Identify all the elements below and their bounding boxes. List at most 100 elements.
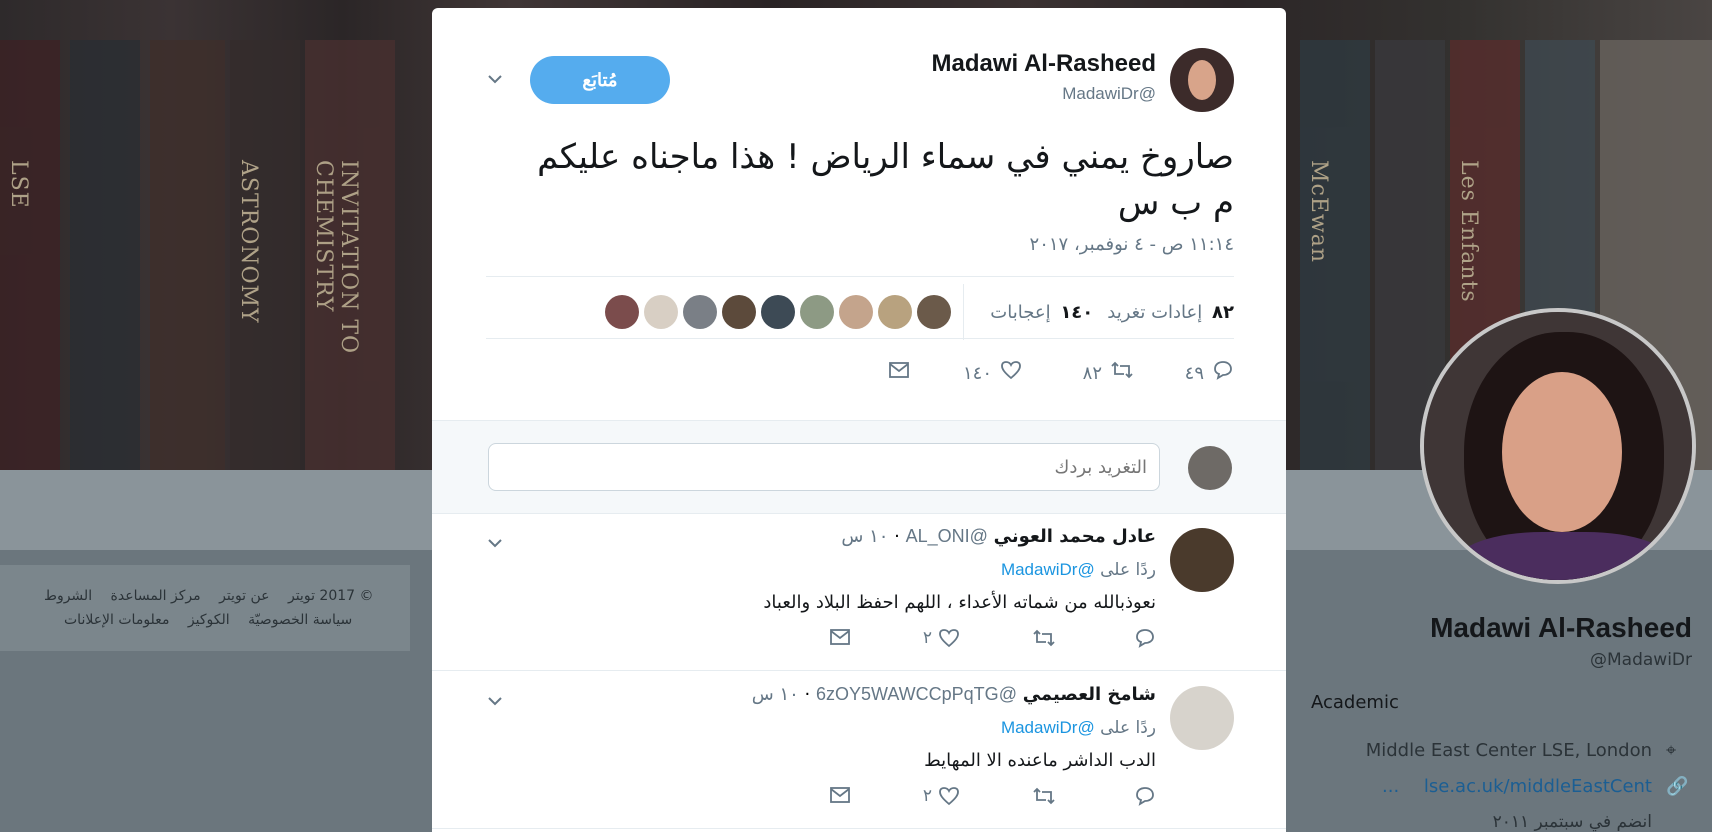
profile-link[interactable]: lse.ac.uk/middleEastCent bbox=[1424, 776, 1652, 797]
author-name[interactable]: Madawi Al-Rasheed bbox=[932, 50, 1157, 78]
retweet-button[interactable]: ٨٢ bbox=[1083, 360, 1134, 386]
retweet-icon bbox=[1033, 787, 1055, 805]
reply-header: عادل محمد العوني @AL_ONI · ١٠ س bbox=[841, 526, 1156, 547]
reply-author-handle[interactable]: @AL_ONI bbox=[906, 526, 988, 546]
retweet-button[interactable] bbox=[1032, 628, 1056, 648]
liker-avatar[interactable] bbox=[722, 295, 757, 329]
tweet-timestamp[interactable]: ١١:١٤ ص - ٤ نوفمبر، ٢٠١٧ bbox=[1030, 234, 1234, 255]
reply-composer bbox=[432, 420, 1286, 514]
like-button[interactable]: ١٤٠ bbox=[963, 360, 1022, 386]
profile-handle: @MadawiDr bbox=[1590, 650, 1692, 670]
liker-avatar[interactable] bbox=[761, 295, 796, 329]
book-spine: ASTRONOMY bbox=[230, 40, 300, 470]
replying-to: ردًا على @MadawiDr bbox=[1000, 718, 1156, 738]
message-icon bbox=[830, 629, 850, 645]
profile-name: Madawi Al-Rasheed bbox=[1430, 612, 1692, 643]
chevron-down-icon[interactable] bbox=[486, 70, 504, 88]
liker-avatar[interactable] bbox=[917, 295, 952, 329]
replying-to: ردًا على @MadawiDr bbox=[1000, 560, 1156, 580]
reply-button[interactable]: ٤٩ bbox=[1185, 360, 1234, 386]
like-button[interactable]: ٢ bbox=[923, 628, 960, 648]
footer-link[interactable]: مركز المساعدة bbox=[111, 588, 201, 604]
like-icon bbox=[939, 787, 959, 806]
footer-link[interactable]: الشروط bbox=[44, 588, 92, 604]
footer bbox=[0, 565, 410, 651]
like-icon bbox=[1000, 360, 1022, 386]
liker-avatar[interactable] bbox=[878, 295, 913, 329]
avatar bbox=[1188, 446, 1232, 490]
retweets-stat[interactable]: ٨٢ إعادات تغريد bbox=[1107, 302, 1234, 323]
tweet-text: صاروخ يمني في سماء الرياض ! هذا ماجناه ع… bbox=[537, 137, 1234, 223]
book-spine: LSE bbox=[0, 40, 60, 470]
footer-link[interactable]: © 2017 تويتر bbox=[288, 588, 374, 604]
link-icon: 🔗 bbox=[1666, 776, 1689, 797]
reply-icon bbox=[1136, 629, 1154, 648]
book-spine bbox=[150, 40, 225, 470]
retweet-icon bbox=[1033, 629, 1055, 647]
following-button[interactable]: مُتابَع bbox=[530, 56, 670, 104]
profile-bio: Academic bbox=[1311, 692, 1399, 713]
reply-time[interactable]: ١٠ س bbox=[841, 526, 888, 547]
footer-links: © 2017 تويتر عن تويتر مركز المساعدة الشر… bbox=[30, 588, 374, 604]
book-spine: INVITATION TO CHEMISTRY bbox=[305, 40, 395, 470]
reply-time[interactable]: ١٠ س bbox=[752, 684, 799, 705]
message-button[interactable] bbox=[829, 786, 851, 804]
like-icon bbox=[939, 629, 959, 648]
reply-actions: ٢ bbox=[826, 628, 1156, 658]
reply-header: شامخ العصيمي @6zOY5WAWCCpPqTG · ١٠ س bbox=[751, 684, 1156, 705]
reply-input[interactable] bbox=[488, 443, 1160, 491]
tweet-stats: ٨٢ إعادات تغريد ١٤٠ إعجابات bbox=[600, 284, 1234, 340]
author-avatar[interactable] bbox=[1170, 48, 1234, 112]
reply-actions: ٢ bbox=[826, 786, 1156, 816]
book-spine bbox=[70, 40, 140, 470]
profile-avatar[interactable] bbox=[1420, 308, 1696, 584]
mention-link[interactable]: @MadawiDr bbox=[1001, 560, 1095, 579]
profile-joined: انضم في سبتمبر ٢٠١١ bbox=[1492, 812, 1652, 832]
reply-button[interactable] bbox=[1134, 628, 1156, 648]
reply-text: نعوذبالله من شماته الأعداء ، اللهم احفظ … bbox=[763, 592, 1156, 613]
reply-tweet[interactable]: شامخ العصيمي @6zOY5WAWCCpPqTG · ١٠ س ردً… bbox=[432, 670, 1286, 829]
author-handle[interactable]: @MadawiDr bbox=[1062, 84, 1156, 104]
tweet-modal: Madawi Al-Rasheed @MadawiDr مُتابَع صارو… bbox=[432, 8, 1286, 832]
avatar[interactable] bbox=[1170, 528, 1234, 592]
likes-stat[interactable]: ١٤٠ إعجابات bbox=[990, 302, 1093, 323]
location-icon: ⌖ bbox=[1666, 740, 1677, 761]
message-icon bbox=[830, 787, 850, 803]
message-button[interactable] bbox=[829, 628, 851, 646]
footer-link[interactable]: معلومات الإعلانات bbox=[64, 612, 169, 628]
footer-link[interactable]: الكوكيز bbox=[188, 612, 230, 628]
liker-avatar[interactable] bbox=[839, 295, 874, 329]
likers-list bbox=[600, 295, 952, 329]
book-spine: McEwan bbox=[1300, 40, 1370, 470]
liker-avatar[interactable] bbox=[605, 295, 640, 329]
message-icon bbox=[888, 360, 910, 385]
profile-location: Middle East Center LSE, London bbox=[1365, 740, 1652, 761]
reply-author-name[interactable]: شامخ العصيمي bbox=[1023, 684, 1156, 705]
mention-link[interactable]: @MadawiDr bbox=[1001, 718, 1095, 737]
liker-avatar[interactable] bbox=[800, 295, 835, 329]
liker-avatar[interactable] bbox=[644, 295, 679, 329]
chevron-down-icon[interactable] bbox=[486, 692, 504, 710]
tweet-actions: ٤٩ ٨٢ ١٤٠ bbox=[486, 360, 1234, 394]
reply-icon bbox=[1212, 360, 1234, 386]
reply-icon bbox=[1136, 787, 1154, 806]
like-button[interactable]: ٢ bbox=[923, 786, 960, 806]
divider bbox=[963, 284, 965, 340]
retweet-button[interactable] bbox=[1032, 786, 1056, 806]
footer-link[interactable]: عن تويتر bbox=[219, 588, 269, 604]
reply-author-handle[interactable]: @6zOY5WAWCCpPqTG bbox=[816, 684, 1017, 704]
reply-tweet[interactable]: عادل محمد العوني @AL_ONI · ١٠ س ردًا على… bbox=[432, 512, 1286, 671]
liker-avatar[interactable] bbox=[683, 295, 718, 329]
chevron-down-icon[interactable] bbox=[486, 534, 504, 552]
reply-author-name[interactable]: عادل محمد العوني bbox=[994, 526, 1156, 547]
reply-button[interactable] bbox=[1134, 786, 1156, 806]
reply-text: الدب الداشر ماعنده الا المهايط bbox=[924, 750, 1156, 771]
avatar[interactable] bbox=[1170, 686, 1234, 750]
profile-link-more: ... bbox=[1382, 776, 1400, 797]
footer-links: سياسة الخصوصيّة الكوكيز معلومات الإعلانا… bbox=[50, 612, 352, 628]
divider bbox=[486, 338, 1234, 339]
divider bbox=[486, 276, 1234, 277]
message-button[interactable] bbox=[880, 360, 910, 385]
retweet-icon bbox=[1110, 360, 1134, 386]
footer-link[interactable]: سياسة الخصوصيّة bbox=[248, 612, 352, 628]
